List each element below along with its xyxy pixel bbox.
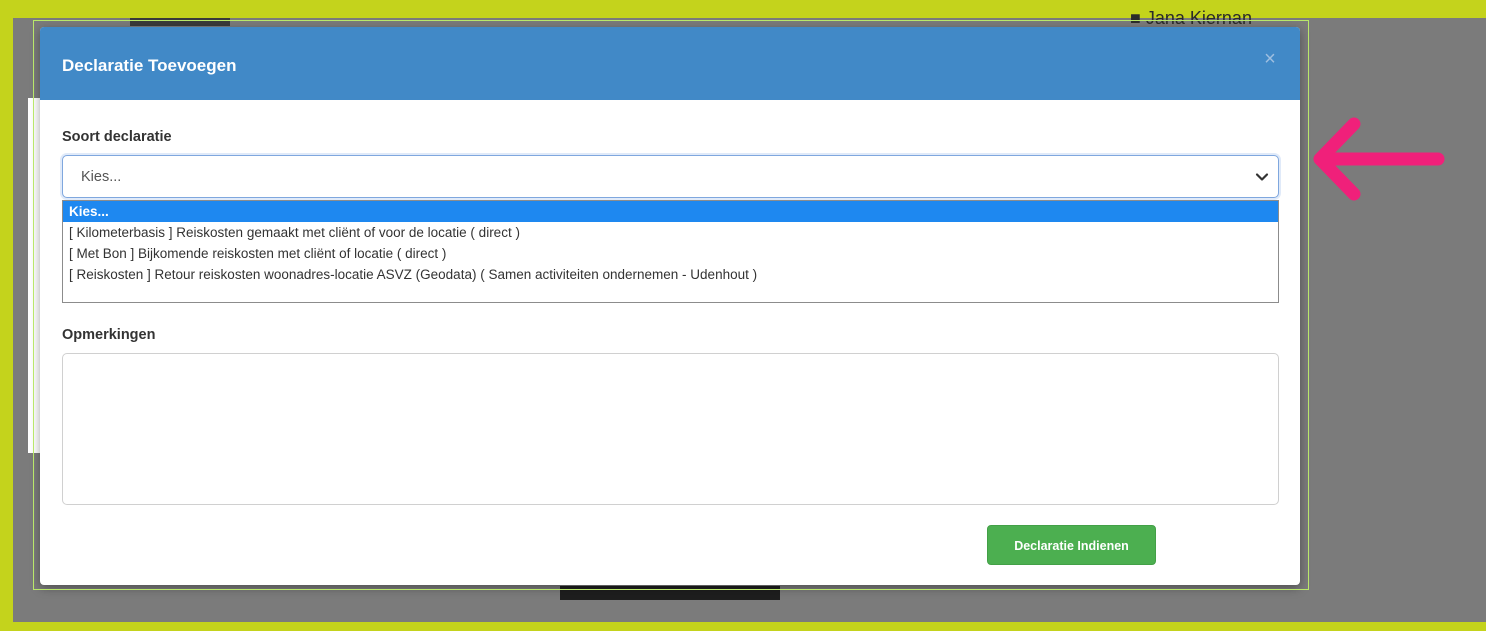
chevron-down-icon: [1255, 173, 1269, 181]
underlying-panel: [28, 98, 40, 453]
option-reiskosten[interactable]: [ Reiskosten ] Retour reiskosten woonadr…: [63, 264, 1278, 285]
close-icon[interactable]: ×: [1260, 49, 1280, 69]
underlying-bar: [560, 586, 780, 600]
soort-declaratie-options: Kies... [ Kilometerbasis ] Reiskosten ge…: [62, 200, 1279, 303]
soort-declaratie-select[interactable]: Kies...: [62, 155, 1279, 198]
option-met-bon[interactable]: [ Met Bon ] Bijkomende reiskosten met cl…: [63, 243, 1278, 264]
underlying-user-name: ■ Jana Kiernan: [1130, 8, 1252, 28]
declaratie-indienen-button[interactable]: Declaratie Indienen: [987, 525, 1156, 565]
outer-frame-left: [0, 0, 13, 631]
declaratie-modal: Declaratie Toevoegen × Soort declaratie …: [40, 27, 1300, 585]
modal-title: Declaratie Toevoegen: [62, 56, 237, 75]
arrow-left-icon: [1313, 117, 1445, 201]
modal-header: Declaratie Toevoegen ×: [40, 27, 1300, 100]
soort-declaratie-label: Soort declaratie: [62, 129, 172, 145]
option-kies[interactable]: Kies...: [63, 201, 1278, 222]
outer-frame-bottom: [0, 622, 1486, 631]
underlying-topbar: [130, 18, 230, 26]
opmerkingen-label: Opmerkingen: [62, 327, 156, 343]
select-value: Kies...: [81, 169, 122, 185]
option-kilometerbasis[interactable]: [ Kilometerbasis ] Reiskosten gemaakt me…: [63, 222, 1278, 243]
opmerkingen-textarea[interactable]: [62, 353, 1279, 505]
